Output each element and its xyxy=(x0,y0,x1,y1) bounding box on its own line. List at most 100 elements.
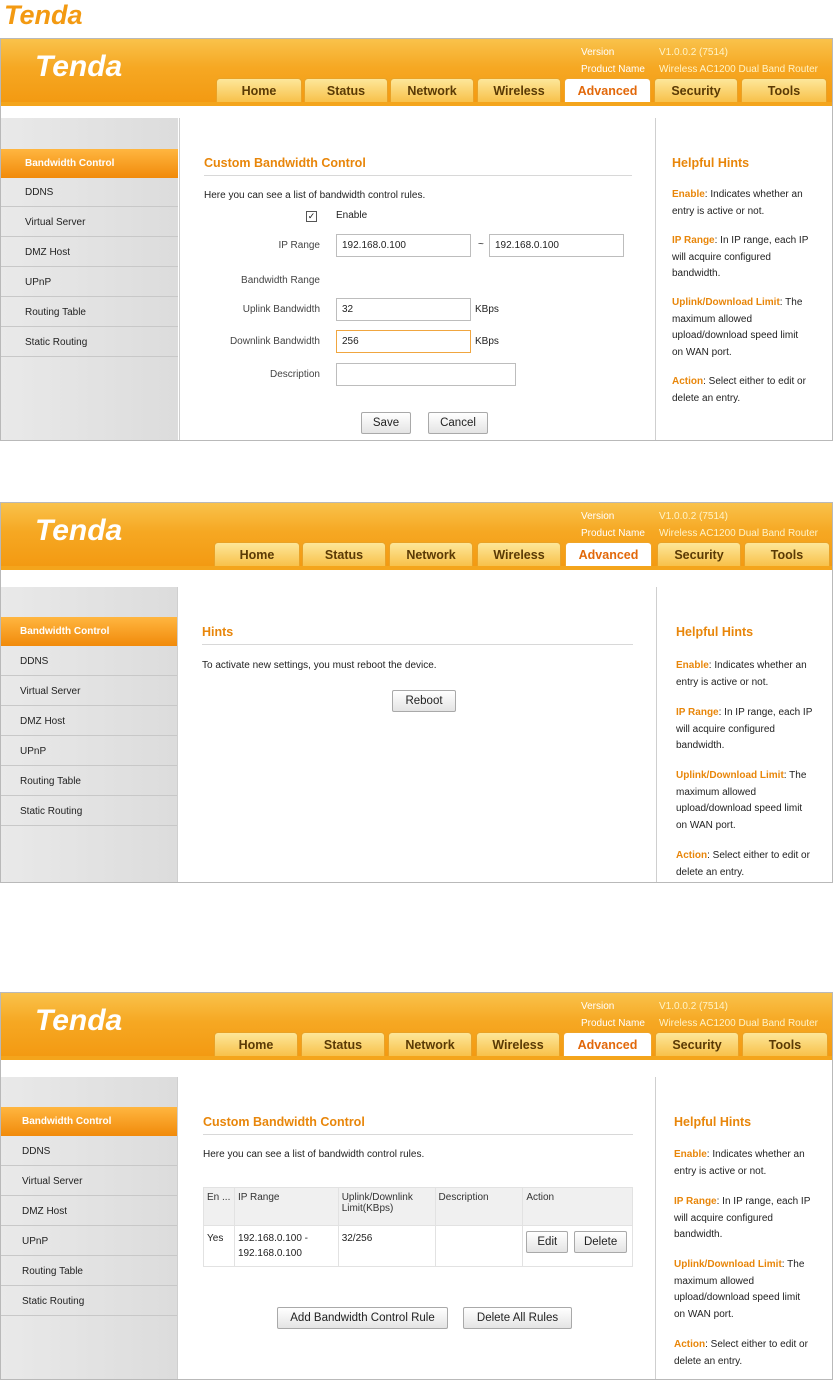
sidebar-item-upnp[interactable]: UPnP xyxy=(1,737,177,766)
sidebar-item-dmz-host[interactable]: DMZ Host xyxy=(1,707,177,736)
version-label: Version xyxy=(581,1001,615,1012)
tab-network[interactable]: Network xyxy=(390,78,474,102)
uplink-label: Uplink Bandwidth xyxy=(242,304,320,315)
hint-limit: Uplink/Download Limit: The maximum allow… xyxy=(674,1259,805,1320)
ip-end-input[interactable] xyxy=(489,234,624,257)
hint-enable: Enable: Indicates whether an entry is ac… xyxy=(674,1149,805,1177)
enable-checkbox[interactable]: ✓ xyxy=(306,211,317,222)
tab-tools[interactable]: Tools xyxy=(741,78,827,102)
cancel-button[interactable]: Cancel xyxy=(428,412,488,434)
section-title: Hints xyxy=(202,625,234,639)
hint-ip-range: IP Range: In IP range, each IP will acqu… xyxy=(676,707,813,751)
product-value: Wireless AC1200 Dual Band Router xyxy=(659,528,818,539)
tab-network[interactable]: Network xyxy=(389,542,473,566)
downlink-label: Downlink Bandwidth xyxy=(229,336,320,347)
ip-range-label: IP Range xyxy=(278,240,320,251)
hint-ip-range: IP Range: In IP range, each IP will acqu… xyxy=(672,235,809,279)
downlink-input[interactable] xyxy=(336,330,471,353)
panel-reboot-hint: Tenda Version V1.0.0.2 (7514) Product Na… xyxy=(0,502,833,883)
delete-button[interactable]: Delete xyxy=(574,1231,628,1253)
tenda-logo-text: Tenda xyxy=(4,0,83,30)
tab-wireless[interactable]: Wireless xyxy=(477,78,561,102)
sidebar-item-static-routing[interactable]: Static Routing xyxy=(1,1287,177,1316)
sidebar-item-static-routing[interactable]: Static Routing xyxy=(1,328,178,357)
col-description: Description xyxy=(434,1187,524,1226)
intro-text: Here you can see a list of bandwidth con… xyxy=(204,190,426,201)
sidebar-item-ddns[interactable]: DDNS xyxy=(1,178,178,207)
sidebar-item-dmz-host[interactable]: DMZ Host xyxy=(1,238,178,267)
panel-rule-list: Tenda Version V1.0.0.2 (7514) Product Na… xyxy=(0,992,833,1380)
description-input[interactable] xyxy=(336,363,516,386)
sidebar-item-upnp[interactable]: UPnP xyxy=(1,1227,177,1256)
sidebar-item-ddns[interactable]: DDNS xyxy=(1,647,177,676)
header-bar xyxy=(1,1056,832,1060)
tab-status[interactable]: Status xyxy=(301,1032,385,1056)
sidebar: Bandwidth Control DDNS Virtual Server DM… xyxy=(1,1077,177,1379)
sidebar-item-bandwidth-control[interactable]: Bandwidth Control xyxy=(1,149,178,178)
tab-network[interactable]: Network xyxy=(388,1032,472,1056)
col-enable: En ... xyxy=(203,1187,235,1226)
brand-logo: Tenda xyxy=(35,1004,122,1037)
section-title: Custom Bandwidth Control xyxy=(204,156,366,170)
downlink-unit: KBps xyxy=(475,336,499,347)
tab-status[interactable]: Status xyxy=(304,78,388,102)
sidebar-item-upnp[interactable]: UPnP xyxy=(1,268,178,297)
tab-home[interactable]: Home xyxy=(214,1032,298,1056)
main-content: Custom Bandwidth Control Here you can se… xyxy=(179,118,654,440)
rules-table: En ... IP Range Uplink/Downlink Limit(KB… xyxy=(203,1187,633,1267)
edit-button[interactable]: Edit xyxy=(526,1231,569,1253)
tab-tools[interactable]: Tools xyxy=(742,1032,828,1056)
sidebar-item-bandwidth-control[interactable]: Bandwidth Control xyxy=(1,1107,177,1136)
tab-security[interactable]: Security xyxy=(654,78,738,102)
tab-home[interactable]: Home xyxy=(214,542,300,566)
hint-enable: Enable: Indicates whether an entry is ac… xyxy=(676,660,807,688)
enable-label: Enable xyxy=(336,210,368,221)
delete-all-rules-button[interactable]: Delete All Rules xyxy=(463,1307,572,1329)
tab-security[interactable]: Security xyxy=(655,1032,739,1056)
product-value: Wireless AC1200 Dual Band Router xyxy=(659,1018,818,1029)
sidebar-item-ddns[interactable]: DDNS xyxy=(1,1137,177,1166)
title-divider xyxy=(203,1134,633,1135)
sidebar-item-virtual-server[interactable]: Virtual Server xyxy=(1,208,178,237)
tab-wireless[interactable]: Wireless xyxy=(476,1032,560,1056)
sidebar-item-static-routing[interactable]: Static Routing xyxy=(1,797,177,826)
table-row: Yes 192.168.0.100 - 192.168.0.100 32/256… xyxy=(203,1225,633,1267)
tab-security[interactable]: Security xyxy=(657,542,741,566)
product-label: Product Name xyxy=(581,64,645,75)
section-title: Custom Bandwidth Control xyxy=(203,1115,365,1129)
ip-start-input[interactable] xyxy=(336,234,471,257)
tab-status[interactable]: Status xyxy=(302,542,386,566)
sidebar-item-routing-table[interactable]: Routing Table xyxy=(1,767,177,796)
brand-logo: Tenda xyxy=(35,514,122,547)
header: Tenda Version V1.0.0.2 (7514) Product Na… xyxy=(1,993,832,1060)
product-label: Product Name xyxy=(581,1018,645,1029)
sidebar-item-routing-table[interactable]: Routing Table xyxy=(1,1257,177,1286)
sidebar-item-routing-table[interactable]: Routing Table xyxy=(1,298,178,327)
tab-wireless[interactable]: Wireless xyxy=(477,542,561,566)
hint-action: Action: Select either to edit or delete … xyxy=(674,1339,808,1367)
version-label: Version xyxy=(581,511,615,522)
cell-ip-range: 192.168.0.100 - 192.168.0.100 xyxy=(233,1225,339,1267)
add-rule-button[interactable]: Add Bandwidth Control Rule xyxy=(277,1307,448,1329)
header-bar xyxy=(1,566,832,570)
brand-logo: Tenda xyxy=(35,50,122,83)
sidebar-item-virtual-server[interactable]: Virtual Server xyxy=(1,1167,177,1196)
product-label: Product Name xyxy=(581,528,645,539)
main-content: Custom Bandwidth Control Here you can se… xyxy=(177,1077,655,1379)
cell-description xyxy=(434,1225,524,1267)
header: Tenda Version V1.0.0.2 (7514) Product Na… xyxy=(1,39,832,106)
uplink-input[interactable] xyxy=(336,298,471,321)
sidebar-item-dmz-host[interactable]: DMZ Host xyxy=(1,1197,177,1226)
svg-text:Tenda: Tenda xyxy=(35,1004,122,1037)
tab-tools[interactable]: Tools xyxy=(744,542,830,566)
sidebar-item-virtual-server[interactable]: Virtual Server xyxy=(1,677,177,706)
cell-action: Edit Delete xyxy=(522,1225,633,1267)
save-button[interactable]: Save xyxy=(361,412,411,434)
cell-limit: 32/256 xyxy=(337,1225,436,1267)
hints-title: Helpful Hints xyxy=(676,625,754,639)
hints-title: Helpful Hints xyxy=(674,1115,752,1129)
tab-home[interactable]: Home xyxy=(216,78,302,102)
helpful-hints: Helpful Hints Enable: Indicates whether … xyxy=(655,118,832,440)
sidebar-item-bandwidth-control[interactable]: Bandwidth Control xyxy=(1,617,177,646)
reboot-button[interactable]: Reboot xyxy=(392,690,456,712)
